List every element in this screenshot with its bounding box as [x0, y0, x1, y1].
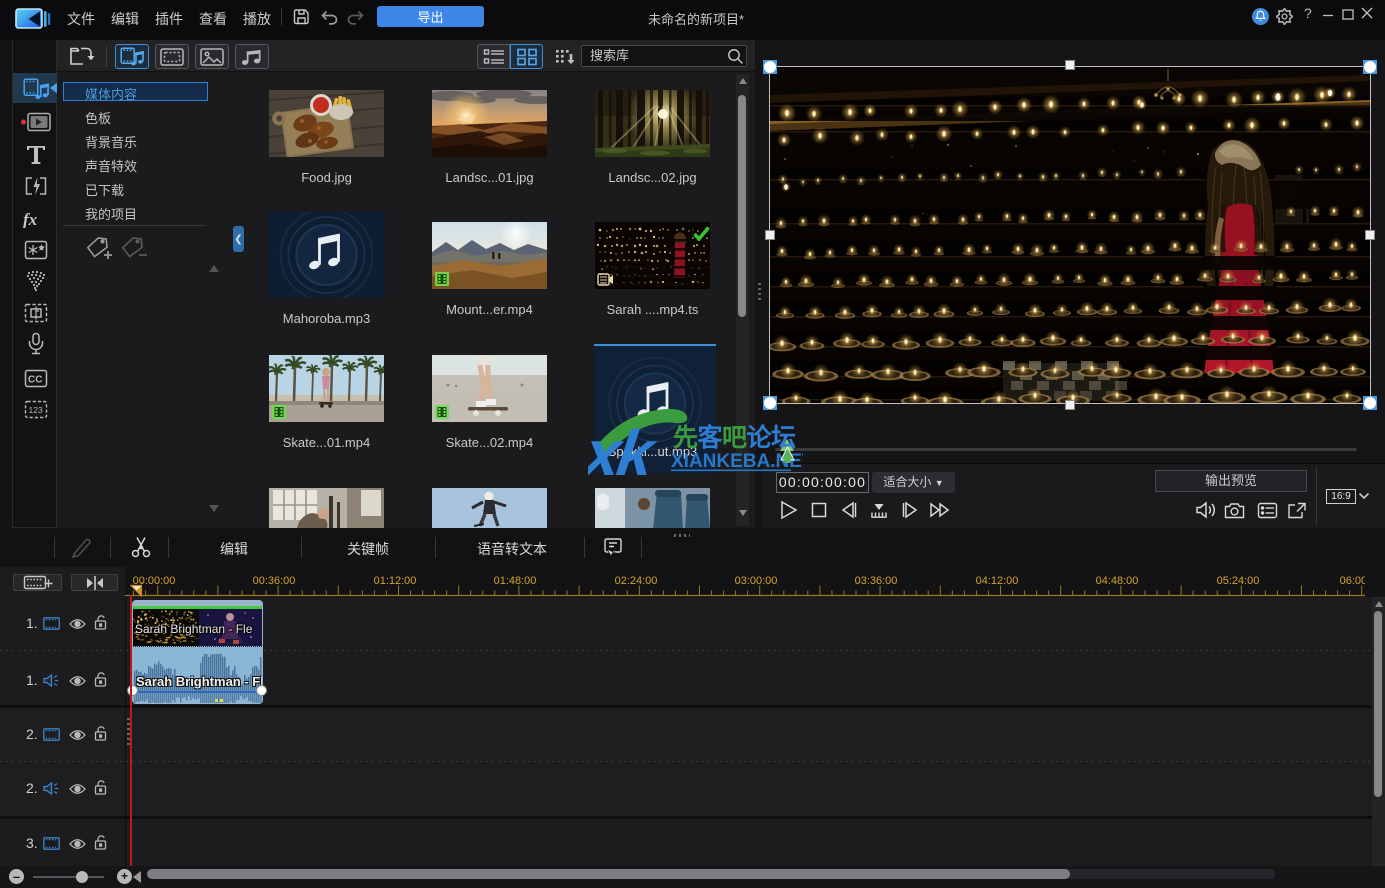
svg-text:00:36:00: 00:36:00	[253, 575, 296, 587]
svg-text:03:36:00: 03:36:00	[855, 575, 898, 587]
svg-text:04:12:00: 04:12:00	[976, 575, 1019, 587]
svg-text:01:12:00: 01:12:00	[374, 575, 417, 587]
svg-text:xk: xk	[588, 417, 662, 479]
svg-text:04:48:00: 04:48:00	[1096, 575, 1139, 587]
svg-text:06:00:0: 06:00:0	[1340, 575, 1365, 587]
svg-text:先客吧论坛: 先客吧论坛	[673, 423, 796, 452]
svg-text:02:24:00: 02:24:00	[615, 575, 658, 587]
svg-text:XIANKEBA.NET: XIANKEBA.NET	[671, 451, 803, 472]
svg-text:123: 123	[29, 405, 43, 415]
svg-text:03:00:00: 03:00:00	[735, 575, 778, 587]
svg-text:?: ?	[1304, 6, 1312, 21]
svg-text:CC: CC	[28, 374, 42, 385]
svg-text:fx: fx	[23, 210, 38, 228]
svg-text:05:24:00: 05:24:00	[1217, 575, 1260, 587]
svg-text:01:48:00: 01:48:00	[494, 575, 537, 587]
